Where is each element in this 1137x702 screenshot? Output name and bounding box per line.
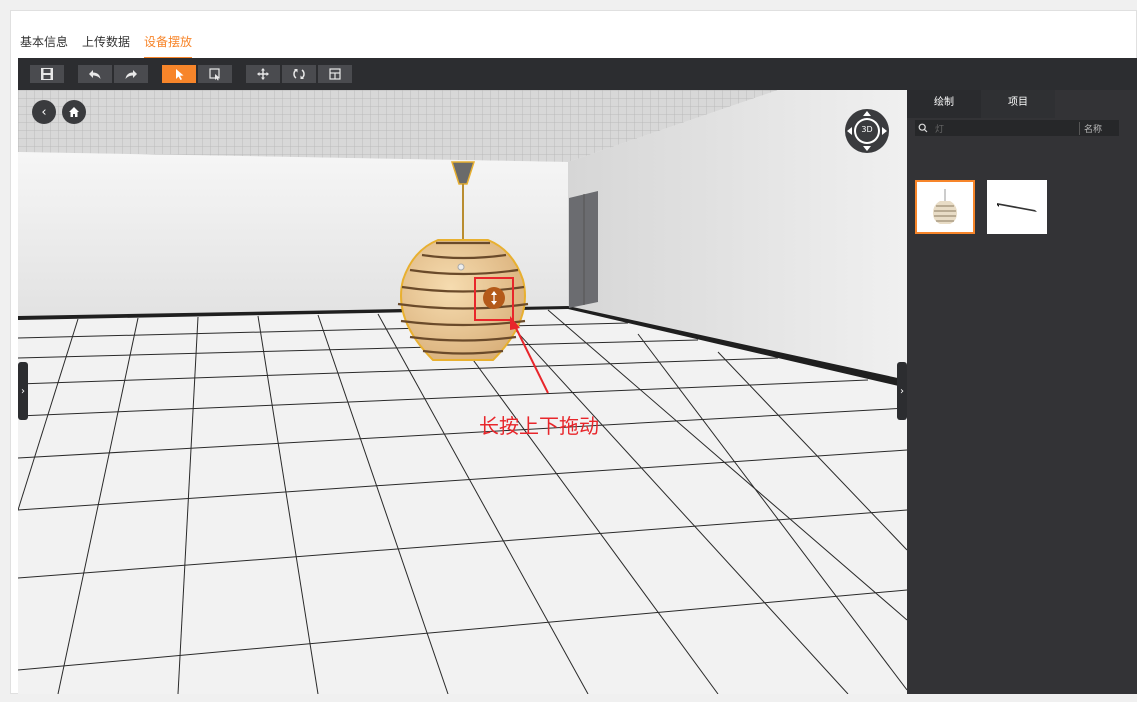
save-button[interactable] — [30, 65, 64, 83]
tab-upload-data[interactable]: 上传数据 — [82, 35, 130, 59]
compass-label: 3D — [861, 125, 873, 134]
rotate-tool-button[interactable] — [282, 65, 316, 83]
tab-device-placement[interactable]: 设备摆放 — [144, 35, 193, 59]
asset-search[interactable]: 灯 名称 — [915, 120, 1119, 136]
undo-icon — [89, 70, 101, 79]
layout-icon — [329, 68, 341, 80]
search-field-select[interactable]: 名称 — [1079, 121, 1119, 135]
chevron-right-icon: › — [900, 385, 904, 397]
right-collapse-handle[interactable]: › — [897, 362, 907, 420]
search-icon — [915, 123, 931, 133]
box-select-button[interactable] — [198, 65, 232, 83]
chevron-left-icon: ‹ — [41, 104, 47, 120]
undo-button[interactable] — [78, 65, 112, 83]
tab-basic-info[interactable]: 基本信息 — [20, 35, 68, 59]
save-icon — [41, 68, 53, 80]
move-tool-button[interactable] — [246, 65, 280, 83]
asset-item-pendant-lamp[interactable] — [915, 180, 975, 234]
move-icon — [257, 68, 269, 80]
drag-hint-text: 长按上下拖动 — [479, 414, 599, 438]
back-button[interactable]: ‹ — [32, 100, 56, 124]
rotate-icon — [293, 69, 305, 79]
chevron-right-icon: › — [21, 385, 25, 397]
pointer-tool-button[interactable] — [162, 65, 196, 83]
room-scene — [18, 90, 907, 694]
asset-panel: 绘制 项目 灯 名称 — [907, 90, 1137, 694]
box-select-icon — [209, 68, 220, 81]
pendant-lamp-icon — [933, 189, 957, 224]
3d-viewport[interactable]: ‹ 3D › › 长按上下拖动 — [18, 90, 907, 694]
toolbar — [18, 58, 1137, 90]
tab-project[interactable]: 项目 — [981, 90, 1055, 118]
redo-button[interactable] — [114, 65, 148, 83]
tab-draw[interactable]: 绘制 — [907, 90, 981, 118]
search-input[interactable]: 灯 — [931, 122, 1079, 135]
pointer-icon — [176, 69, 184, 80]
home-icon — [69, 107, 79, 117]
asset-item-linear-light[interactable] — [987, 180, 1047, 234]
layout-tool-button[interactable] — [318, 65, 352, 83]
redo-icon — [125, 70, 137, 79]
home-button[interactable] — [62, 100, 86, 124]
asset-list — [915, 180, 1059, 234]
left-collapse-handle[interactable]: › — [18, 362, 28, 420]
top-tabs: 基本信息 上传数据 设备摆放 — [11, 11, 1136, 59]
linear-light-icon — [997, 203, 1037, 212]
